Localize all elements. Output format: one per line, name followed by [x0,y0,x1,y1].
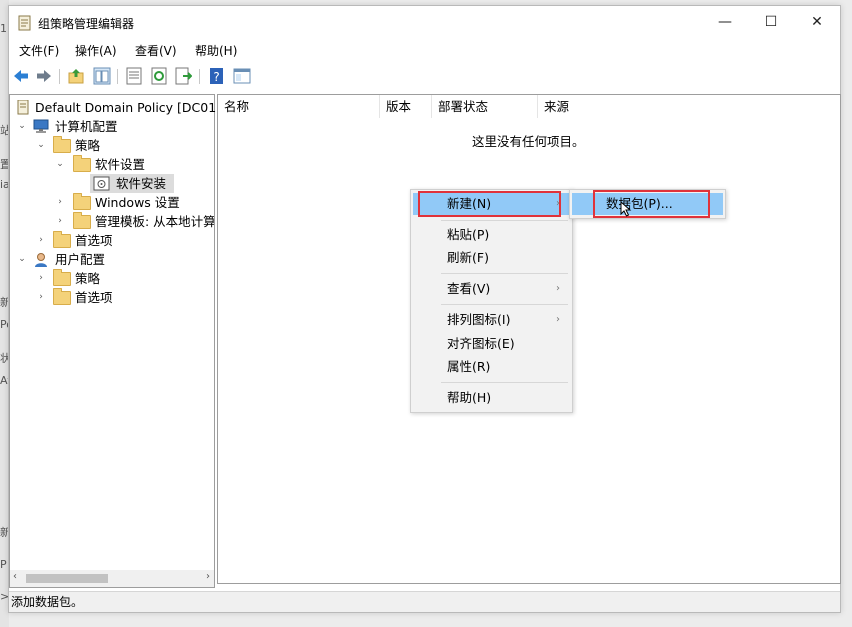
help-icon[interactable]: ? [208,67,226,85]
refresh-icon[interactable] [150,67,168,85]
toolbar-separator [199,69,200,84]
status-text: 添加数据包。 [11,595,84,609]
show-hide-tree-icon[interactable] [93,67,111,85]
column-header-name[interactable]: 名称 [218,95,380,118]
chevron-right-icon[interactable]: › [55,212,65,231]
chevron-right-icon[interactable]: › [36,269,46,288]
tree-item-software-install[interactable]: 软件安装 [90,174,174,193]
svg-text:?: ? [213,70,219,84]
column-header-source[interactable]: 来源 [538,95,618,118]
scroll-left-icon[interactable]: ‹ [13,571,17,582]
menu-separator [441,304,568,305]
tree-item-label: 计算机配置 [55,119,118,134]
forward-icon[interactable] [35,67,53,85]
horizontal-scrollbar[interactable]: ‹ › [10,570,214,587]
toolbar-separator [117,69,118,84]
tree-item-label: 软件安装 [116,176,167,191]
menu-item-label: 排列图标(I) [447,312,511,327]
menu-separator [441,382,568,383]
menu-item-paste[interactable]: 粘贴(P) [413,224,570,246]
menu-action[interactable]: 操作(A) [75,42,117,59]
close-button[interactable]: ✕ [794,6,840,38]
tree-item-label: 首选项 [75,233,113,248]
mouse-cursor-icon [620,201,632,217]
menu-help[interactable]: 帮助(H) [195,42,237,59]
title-bar[interactable]: 组策略管理编辑器 — ☐ ✕ [9,6,840,38]
window-title: 组策略管理编辑器 [38,17,135,31]
chevron-right-icon[interactable]: › [36,288,46,307]
gpo-policy-icon [17,100,29,115]
computer-icon [33,119,49,133]
scroll-right-icon[interactable]: › [206,571,210,582]
submenu-arrow-icon: › [556,283,560,294]
chevron-down-icon[interactable]: ⌄ [17,250,27,269]
folder-icon [73,193,91,210]
up-folder-icon[interactable] [67,67,85,85]
chevron-down-icon[interactable]: ⌄ [17,117,27,136]
menu-item-label: 查看(V) [447,281,491,296]
folder-icon [53,231,71,248]
status-bar: 添加数据包。 [9,591,840,612]
empty-list-message: 这里没有任何项目。 [472,134,585,149]
maximize-button[interactable]: ☐ [748,6,794,38]
menu-separator [441,220,568,221]
tree-item-label: 首选项 [75,290,113,305]
scrollbar-thumb[interactable] [26,574,108,583]
chevron-down-icon[interactable]: ⌄ [55,155,65,174]
folder-icon [73,155,91,172]
tree-item-label: 用户配置 [55,252,106,267]
user-icon [35,253,47,267]
tree-item-label: 策略 [75,138,101,153]
tree-item-label: Windows 设置 [95,195,180,210]
context-menu: 新建(N) › 粘贴(P) 刷新(F) 查看(V) › 排列图标(I) › 对齐… [410,189,573,413]
tree-item-label: 软件设置 [95,157,146,172]
back-icon[interactable] [12,67,30,85]
column-header-version[interactable]: 版本 [380,95,432,118]
submenu-arrow-icon: › [556,314,560,325]
annotation-box-new [418,191,561,217]
annotation-box-package [593,190,710,218]
export-list-icon[interactable] [174,67,192,85]
minimize-button[interactable]: — [702,6,748,38]
menu-item-arrange-icons[interactable]: 排列图标(I) › [413,309,570,331]
toolbar: ? [9,66,840,88]
tree-item-label: 管理模板: 从本地计算 [95,214,214,229]
tree-item-admin-templates[interactable]: › 管理模板: 从本地计算 [10,212,214,231]
menu-item-help[interactable]: 帮助(H) [413,387,570,409]
folder-icon [73,212,91,229]
console-view-icon[interactable] [233,67,251,85]
tree-item-label: Default Domain Policy [DC01.1 [35,100,229,115]
menu-item-view[interactable]: 查看(V) › [413,278,570,300]
menu-item-align-icons[interactable]: 对齐图标(E) [413,333,570,355]
menu-view[interactable]: 查看(V) [135,42,177,59]
properties-icon[interactable] [125,67,143,85]
tree-pane[interactable]: Default Domain Policy [DC01.1 ⌄ 计算机配置 ⌄ … [9,94,228,588]
folder-icon [53,136,71,153]
menu-item-properties[interactable]: 属性(R) [413,356,570,378]
chevron-right-icon[interactable]: › [55,193,65,212]
menu-item-refresh[interactable]: 刷新(F) [413,247,570,269]
folder-icon [53,288,71,305]
software-install-icon [93,176,110,191]
column-header-deploy-state[interactable]: 部署状态 [432,95,538,118]
toolbar-separator [59,69,60,84]
chevron-right-icon[interactable]: › [36,231,46,250]
chevron-down-icon[interactable]: ⌄ [36,136,46,155]
gpo-editor-app-icon [18,15,31,31]
folder-icon [53,269,71,286]
tree-item-label: 策略 [75,271,101,286]
menu-file[interactable]: 文件(F) [19,42,59,59]
menu-separator [441,273,568,274]
